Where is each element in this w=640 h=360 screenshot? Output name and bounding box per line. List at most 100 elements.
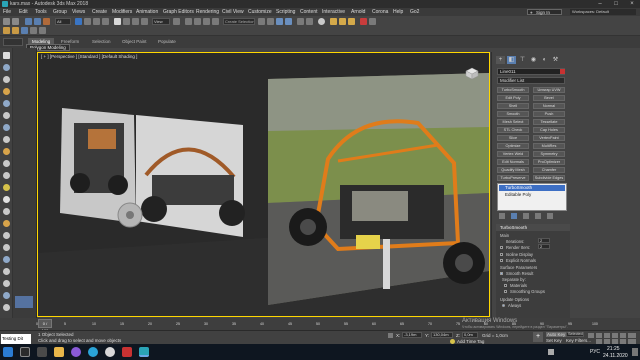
modify-tab-icon[interactable]: ◧: [507, 56, 516, 64]
menu-arnold[interactable]: Arnold: [351, 9, 365, 15]
modifier-button[interactable]: ProOptimizer: [533, 159, 565, 165]
hierarchy-tab-icon[interactable]: ⊤: [518, 56, 527, 64]
modifier-button[interactable]: MultiRes: [533, 143, 565, 149]
tab-selection[interactable]: Selection: [88, 38, 115, 46]
materials-checkbox[interactable]: [504, 284, 507, 287]
menu-interactive[interactable]: Interactive: [322, 9, 345, 15]
tab-object-paint[interactable]: Object Paint: [118, 38, 151, 46]
modifier-button[interactable]: TurboSmooth: [497, 87, 529, 93]
display-geometry-icon[interactable]: [3, 88, 10, 95]
schematic-view-icon[interactable]: [306, 18, 313, 25]
corona-render-icon[interactable]: [360, 18, 367, 25]
render-iters-checkbox[interactable]: [500, 246, 503, 249]
selection-filter-dropdown[interactable]: All: [55, 18, 71, 25]
explorer-selected-row[interactable]: [15, 296, 33, 308]
menu-corona[interactable]: Corona: [372, 9, 388, 15]
modifier-button[interactable]: Slice: [497, 135, 529, 141]
rendered-frame-window-icon[interactable]: [339, 18, 346, 25]
menu-civil-view[interactable]: Civil View: [222, 9, 244, 15]
filter-icon[interactable]: [3, 280, 10, 287]
always-radio[interactable]: [502, 304, 505, 307]
modifier-button[interactable]: Quadify Mesh: [497, 167, 529, 173]
create-icon-e[interactable]: [39, 27, 46, 34]
lock-selection-icon[interactable]: [388, 333, 393, 338]
modifier-button[interactable]: Optimize: [497, 143, 529, 149]
maximize-icon[interactable]: □: [608, 0, 624, 8]
bind-spacewarp-icon[interactable]: [43, 18, 50, 25]
pivot-point-icon[interactable]: [173, 18, 180, 25]
align-icon[interactable]: [267, 18, 274, 25]
menu-customize[interactable]: Customize: [248, 9, 272, 15]
toolbar-extra-icon[interactable]: [369, 18, 376, 25]
menu-create[interactable]: Create: [92, 9, 107, 15]
layer-explorer-icon[interactable]: [276, 18, 283, 25]
display-none-icon[interactable]: [3, 64, 10, 71]
menu-graph-editors[interactable]: Graph Editors: [163, 9, 194, 15]
display-bones-icon[interactable]: [3, 184, 10, 191]
create-icon-a[interactable]: [3, 27, 10, 34]
modifier-button[interactable]: STL Check: [497, 127, 529, 133]
stack-item-turbosmooth[interactable]: TurboSmooth: [499, 185, 565, 191]
isoline-checkbox[interactable]: [500, 253, 503, 256]
display-lights-icon[interactable]: [3, 112, 10, 119]
modifier-button[interactable]: Vertex Weld: [497, 151, 529, 157]
3dsmax-taskbar-icon[interactable]: [139, 347, 149, 357]
menu-content[interactable]: Content: [300, 9, 318, 15]
modifier-list-dropdown[interactable]: Modifier List: [497, 77, 565, 84]
select-icon[interactable]: [3, 52, 10, 59]
explicit-normals-checkbox[interactable]: [500, 259, 503, 262]
menu-rendering[interactable]: Rendering: [196, 9, 219, 15]
modifier-button[interactable]: Cap Holes: [533, 127, 565, 133]
spinner-snap-icon[interactable]: [212, 18, 219, 25]
sign-in-button[interactable]: ● Sign In: [527, 9, 562, 15]
pin-stack-icon[interactable]: [499, 213, 505, 219]
material-editor-icon[interactable]: [318, 18, 325, 25]
motion-tab-icon[interactable]: ◉: [529, 56, 538, 64]
auto-key-button[interactable]: Auto Key: [546, 332, 567, 337]
snaps-toggle-icon[interactable]: [185, 18, 192, 25]
display-cameras-icon[interactable]: [3, 124, 10, 131]
modifier-button[interactable]: Shell: [497, 103, 529, 109]
y-coordinate-field[interactable]: 130,04m: [431, 332, 453, 338]
select-object-icon[interactable]: [75, 18, 82, 25]
angle-snap-icon[interactable]: [194, 18, 201, 25]
modifier-button[interactable]: Edit Normals: [497, 159, 529, 165]
create-tab-icon[interactable]: +: [496, 56, 505, 64]
modifier-button[interactable]: Edit Poly: [497, 95, 529, 101]
set-key-button[interactable]: Set Key: [546, 338, 562, 343]
perspective-viewport[interactable]: [ + ] [Perspective ] [Standard ] [Defaul…: [37, 52, 490, 317]
menu-scripting[interactable]: Scripting: [276, 9, 295, 15]
modifier-button[interactable]: Subdivide Edges: [533, 175, 565, 181]
search-icon[interactable]: [20, 347, 30, 357]
create-icon-b[interactable]: [12, 27, 19, 34]
modifier-button[interactable]: Tessellate: [533, 119, 565, 125]
make-unique-icon[interactable]: [523, 213, 529, 219]
show-end-result-icon[interactable]: [511, 213, 517, 219]
find-icon[interactable]: [3, 304, 10, 311]
percent-snap-icon[interactable]: [203, 18, 210, 25]
maxscript-listener[interactable]: Testing Dit: [1, 334, 31, 344]
tab-populate[interactable]: Populate: [154, 38, 180, 46]
time-configuration-icon[interactable]: [628, 333, 636, 338]
modifier-button[interactable]: TurboPreserve: [497, 175, 529, 181]
object-name-input[interactable]: Line011: [497, 68, 565, 75]
sync-selection-icon[interactable]: [3, 292, 10, 299]
close-icon[interactable]: ×: [624, 0, 640, 8]
modifier-button[interactable]: Push: [533, 111, 565, 117]
window-crossing-icon[interactable]: [102, 18, 109, 25]
curve-editor-icon[interactable]: [297, 18, 304, 25]
modifier-button[interactable]: Symmetry: [533, 151, 565, 157]
redo-icon[interactable]: [12, 18, 19, 25]
display-shapes-icon[interactable]: [3, 100, 10, 107]
display-containers-icon[interactable]: [3, 196, 10, 203]
scene-explorer[interactable]: [13, 48, 37, 328]
clock-time[interactable]: 21:25: [607, 346, 620, 352]
rectangular-selection-icon[interactable]: [93, 18, 100, 25]
smoothing-groups-checkbox[interactable]: [504, 290, 507, 293]
display-children-icon[interactable]: [3, 244, 10, 251]
next-frame-icon[interactable]: [612, 333, 618, 338]
select-rotate-icon[interactable]: [123, 18, 130, 25]
reference-coordinate-dropdown[interactable]: View: [152, 18, 170, 25]
chrome-icon[interactable]: [105, 347, 115, 357]
modifier-button[interactable]: VertexPaint: [533, 135, 565, 141]
